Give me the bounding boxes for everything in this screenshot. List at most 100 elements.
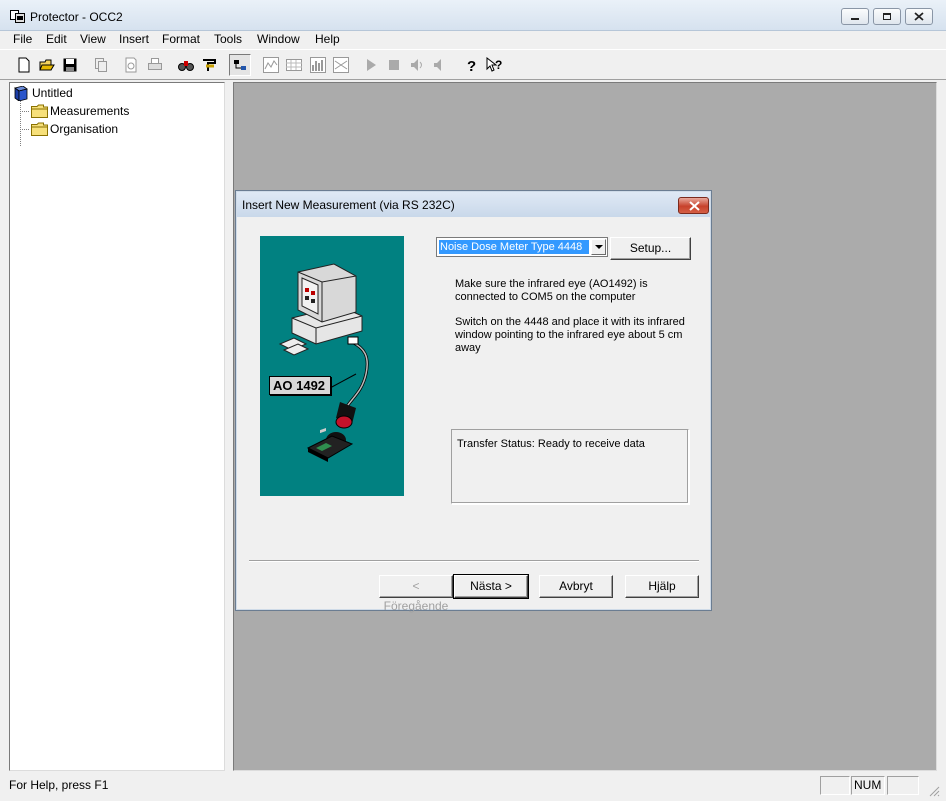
tree-root-label: Untitled [32,86,73,100]
main-title-bar[interactable]: Protector - OCC2 [0,0,946,31]
tree-view-button[interactable] [229,54,251,76]
help-dialog-button[interactable]: Hjälp [625,575,699,598]
computer-and-meter-illustration [278,263,369,462]
status-caps-panel [820,776,850,795]
copy-icon [95,58,107,72]
spectrum-chart-button[interactable] [260,54,282,76]
dialog-title: Insert New Measurement (via RS 232C) [242,198,455,212]
menu-view[interactable]: View [77,32,109,46]
svg-text:?: ? [495,58,502,72]
menu-insert[interactable]: Insert [116,32,152,46]
find-button[interactable] [175,54,197,76]
device-type-value: Noise Dose Meter Type 4448 [439,240,589,254]
minimize-icon [851,18,859,20]
new-document-icon [18,57,30,73]
dialog-close-button[interactable] [678,197,709,214]
bar-chart-icon [310,57,326,73]
status-num-panel: NUM [851,776,885,795]
save-icon [63,58,77,72]
document-book-icon [13,85,29,104]
help-icon: ? [467,58,476,73]
instruction-switch-on: Switch on the 4448 and place it with its… [455,316,695,355]
dialog-separator [249,560,699,562]
menu-edit[interactable]: Edit [43,32,70,46]
spectrum-chart-icon [263,57,279,73]
menu-file[interactable]: File [10,32,35,46]
scatter-chart-icon [333,57,349,73]
instruction-line: away [455,342,481,354]
speaker-button[interactable] [406,54,428,76]
tree-connector [20,101,21,146]
format-button[interactable] [198,54,220,76]
play-icon [367,59,376,71]
folder-icon [31,122,48,139]
close-icon [689,201,700,211]
status-bar: For Help, press F1 NUM [0,773,946,801]
next-button[interactable]: Nästa > [453,574,529,599]
instruction-line: Make sure the infrared eye (AO1492) is [455,278,648,290]
table-button[interactable] [283,54,305,76]
tree-item-label: Measurements [50,104,130,118]
restore-button[interactable] [873,8,901,25]
play-button[interactable] [360,54,382,76]
dialog-title-bar[interactable]: Insert New Measurement (via RS 232C) [237,192,710,217]
scatter-chart-button[interactable] [330,54,352,76]
new-document-button[interactable] [13,54,35,76]
close-button[interactable] [905,8,933,25]
tree-item-label: Organisation [50,122,119,136]
bar-chart-button[interactable] [307,54,329,76]
close-icon [914,12,924,21]
menu-window[interactable]: Window [254,32,303,46]
print-preview-button[interactable] [120,54,142,76]
instruction-line: connected to COM5 on the computer [455,291,636,303]
stop-button[interactable] [383,54,405,76]
menu-help[interactable]: Help [312,32,343,46]
context-help-icon: ? [486,57,502,72]
menu-bar: File Edit View Insert Format Tools Windo… [0,31,946,49]
tree-view-icon [234,60,246,70]
table-icon [286,59,302,71]
instruction-line: window pointing to the infrared eye abou… [455,329,683,341]
status-help-text: For Help, press F1 [9,778,109,792]
window-title: Protector - OCC2 [30,10,123,24]
print-icon [148,58,162,70]
transfer-status-text: Transfer Status: Ready to receive data [457,438,645,450]
dropdown-arrow-button[interactable] [591,239,606,255]
minimize-button[interactable] [841,8,869,25]
menu-format[interactable]: Format [159,32,203,46]
format-icon [203,59,216,71]
stop-icon [389,60,399,70]
app-icon[interactable] [10,10,26,24]
speaker-icon [411,59,422,71]
save-button[interactable] [59,54,81,76]
transfer-status-box: Transfer Status: Ready to receive data [451,429,689,504]
speaker-mute-button[interactable] [429,54,451,76]
toolbar: ? ? [0,49,946,80]
tree-connector [20,111,29,112]
status-scroll-panel [887,776,919,795]
chevron-down-icon [595,245,603,249]
open-button[interactable] [36,54,58,76]
probe-label: AO 1492 [273,378,326,393]
open-folder-icon [39,59,55,71]
folder-icon [31,104,48,121]
help-button[interactable]: ? [460,54,482,76]
print-preview-icon [125,57,137,73]
setup-button[interactable]: Setup... [610,237,691,260]
device-illustration: AO 1492 [260,236,404,496]
dialog-body: AO 1492 Noise Dose Meter Type 4448 Setup… [239,217,708,613]
resize-grip-icon[interactable] [928,785,940,797]
back-button[interactable]: < Föregående [379,575,453,613]
instruction-connect: Make sure the infrared eye (AO1492) is c… [455,278,695,304]
cancel-button[interactable]: Avbryt [539,575,613,598]
context-help-button[interactable]: ? [483,54,505,76]
probe-label-box: AO 1492 [269,376,331,395]
tree-pane[interactable]: Untitled Measurements Organisation [9,82,225,771]
copy-button[interactable] [90,54,112,76]
binoculars-icon [178,61,194,71]
menu-tools[interactable]: Tools [211,32,245,46]
device-type-select[interactable]: Noise Dose Meter Type 4448 [436,237,608,257]
svg-text:?: ? [467,58,476,73]
restore-icon [883,13,891,20]
print-button[interactable] [144,54,166,76]
